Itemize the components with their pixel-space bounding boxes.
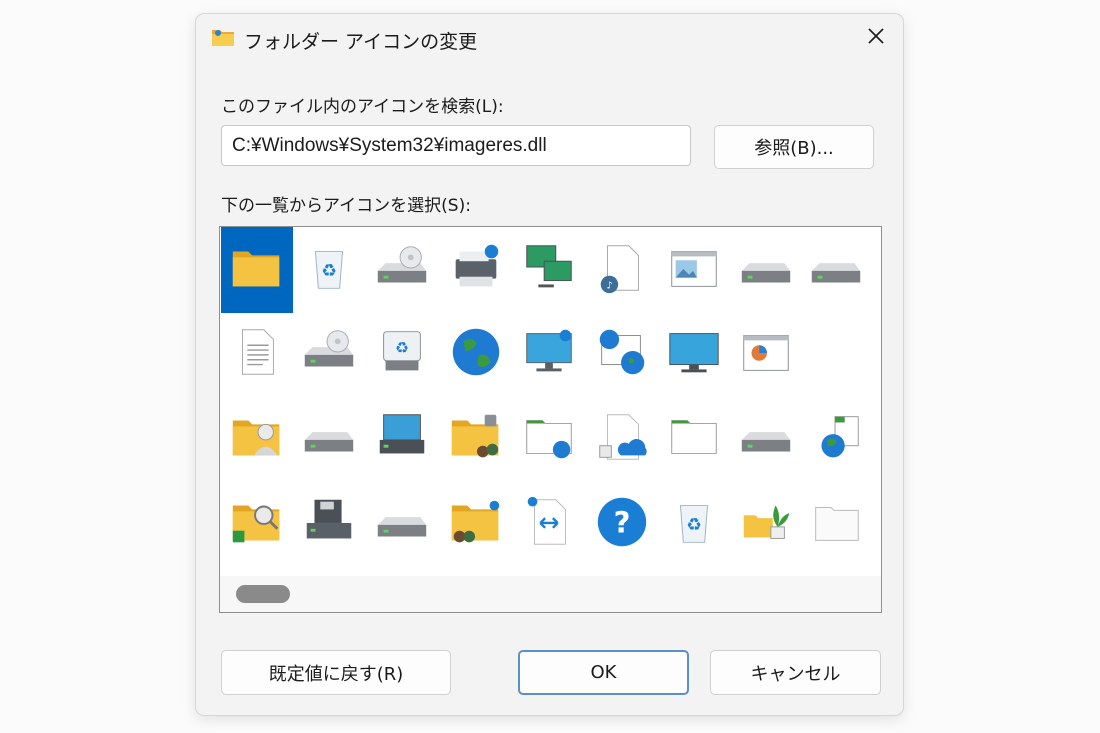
icon-cell[interactable] (800, 396, 872, 482)
drive-icon (299, 407, 359, 471)
globe-icon (446, 322, 506, 386)
monitor-icon (664, 322, 724, 386)
icon-cell[interactable] (586, 311, 658, 397)
music-file-icon: ♪ (592, 238, 652, 302)
horizontal-scrollbar[interactable] (220, 576, 881, 612)
icon-cell[interactable] (221, 396, 293, 482)
icon-cell[interactable] (730, 396, 802, 482)
icon-cell[interactable] (513, 227, 585, 313)
cd-drive-icon (299, 322, 359, 386)
icon-cell[interactable]: ♻ (658, 481, 730, 567)
blank-folder-icon (806, 492, 866, 556)
icon-cell[interactable]: ♻ (366, 311, 438, 397)
svg-text:♻: ♻ (395, 339, 409, 357)
icon-cell[interactable] (221, 227, 293, 313)
restore-default-button[interactable]: 既定値に戻す(R) (221, 650, 451, 695)
search-folder-icon (227, 492, 287, 556)
svg-text:?: ? (614, 506, 631, 540)
help-icon: ? (592, 492, 652, 556)
recycle-bin-empty-icon: ♻ (299, 238, 359, 302)
recycle-bin-full-icon: ♻ (664, 492, 724, 556)
icon-cell[interactable] (221, 311, 293, 397)
shared-folder-icon (446, 407, 506, 471)
picture-window-icon (664, 238, 724, 302)
icon-cell[interactable] (221, 481, 293, 567)
drive-icon (736, 407, 796, 471)
icon-cell[interactable] (658, 311, 730, 397)
title-bar: フォルダー アイコンの変更 (196, 14, 903, 64)
drive-icon (372, 492, 432, 556)
icon-cell[interactable] (440, 311, 512, 397)
icon-cell[interactable] (366, 396, 438, 482)
icon-cell[interactable]: ♪ (586, 227, 658, 313)
icon-cell[interactable] (730, 481, 802, 567)
icon-cell[interactable] (440, 227, 512, 313)
search-label: このファイル内のアイコンを検索(L): (221, 97, 504, 117)
scrollbar-thumb[interactable] (236, 585, 290, 603)
network-computers-icon (519, 238, 579, 302)
folder-network-icon (519, 407, 579, 471)
file-path-input[interactable] (221, 125, 691, 166)
icon-cell[interactable] (513, 396, 585, 482)
cd-drive-icon (372, 238, 432, 302)
cancel-button[interactable]: キャンセル (710, 650, 881, 695)
icon-cell[interactable] (658, 396, 730, 482)
monitor-shortcut-icon (519, 322, 579, 386)
network-globe-icon (592, 322, 652, 386)
plant-folder-icon (736, 492, 796, 556)
cloud-file-icon (592, 407, 652, 471)
folder-icon (227, 238, 287, 302)
drive-icon (806, 238, 866, 302)
icon-cell[interactable] (366, 227, 438, 313)
svg-text:♪: ♪ (606, 280, 612, 291)
printer-icon (446, 238, 506, 302)
folder-icon (211, 27, 235, 47)
svg-text:♻: ♻ (686, 516, 702, 536)
close-icon (866, 26, 886, 50)
icon-cell[interactable] (293, 396, 365, 482)
icon-cell[interactable] (513, 311, 585, 397)
recycle-drive-icon: ♻ (372, 322, 432, 386)
icon-cell[interactable] (730, 311, 802, 397)
document-icon (227, 322, 287, 386)
ok-button[interactable]: OK (518, 650, 689, 695)
icon-cell[interactable] (513, 481, 585, 567)
user-folder-icon (227, 407, 287, 471)
globe-folder-icon (806, 407, 866, 471)
close-button[interactable] (855, 20, 897, 56)
change-icon-dialog: フォルダー アイコンの変更 このファイル内のアイコンを検索(L): 参照(B).… (195, 13, 904, 716)
icon-cell[interactable] (293, 311, 365, 397)
icon-cell[interactable] (293, 481, 365, 567)
presentation-window-icon (736, 322, 796, 386)
icon-cell[interactable] (800, 227, 872, 313)
icon-cell[interactable] (440, 396, 512, 482)
drive-icon (736, 238, 796, 302)
network-drive-icon (372, 407, 432, 471)
browse-button[interactable]: 参照(B)... (714, 125, 874, 169)
icon-cell[interactable] (730, 227, 802, 313)
icon-cell[interactable] (586, 396, 658, 482)
icon-cell[interactable]: ♻ (293, 227, 365, 313)
icon-cell[interactable] (658, 227, 730, 313)
icon-cell[interactable] (440, 481, 512, 567)
icon-cell[interactable] (800, 481, 872, 567)
dialog-title: フォルダー アイコンの変更 (244, 31, 478, 53)
icon-cell[interactable] (366, 481, 438, 567)
svg-text:♻: ♻ (321, 262, 337, 282)
icon-cell[interactable]: ? (586, 481, 658, 567)
group-folder-icon (446, 492, 506, 556)
list-label: 下の一覧からアイコンを選択(S): (221, 196, 471, 216)
floppy-drive-icon (299, 492, 359, 556)
sync-file-icon (519, 492, 579, 556)
icon-list[interactable]: ♻ ♪ ♻? ♻ (219, 226, 882, 613)
folder-window-icon (664, 407, 724, 471)
